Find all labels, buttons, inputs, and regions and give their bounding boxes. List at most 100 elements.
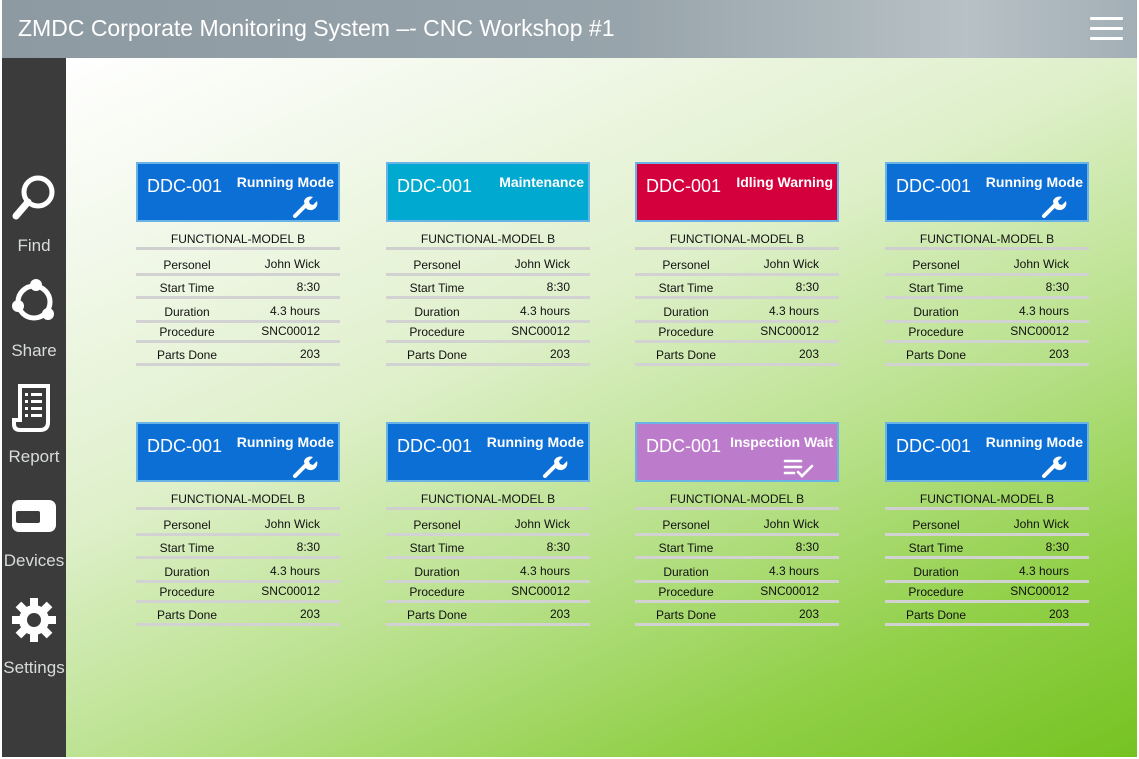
machine-status-header[interactable]: DDC-001 Running Mode — [885, 162, 1089, 222]
info-label: Personel — [163, 518, 211, 532]
machine-status-header[interactable]: DDC-001 Running Mode — [136, 422, 340, 482]
info-label: Parts Done — [905, 608, 967, 622]
machine-card: DDC-001 Idling Warning FUNCTIONAL-MODEL B P… — [635, 162, 839, 374]
info-row-procedure: Procedure SNC00012 — [136, 323, 340, 343]
info-value: 203 — [1048, 607, 1069, 621]
info-value: John Wick — [763, 257, 819, 271]
info-value: 8:30 — [1045, 540, 1069, 554]
info-row-parts-done: Parts Done 203 — [136, 606, 340, 626]
info-value: 8:30 — [296, 540, 320, 554]
machine-id: DDC-001 — [397, 436, 473, 456]
wrench-icon — [1041, 195, 1067, 219]
status-badge: Running Mode — [985, 434, 1083, 450]
sidebar-item-devices[interactable]: Devices — [2, 486, 66, 582]
info-value: 4.3 hours — [269, 564, 320, 578]
info-value: SNC00012 — [1010, 324, 1069, 338]
info-value: 4.3 hours — [519, 564, 570, 578]
info-row-duration: Duration 4.3 hours — [635, 303, 839, 323]
machine-model: FUNCTIONAL-MODEL B — [136, 492, 340, 510]
info-row-parts-done: Parts Done 203 — [885, 346, 1089, 366]
info-value: 8:30 — [546, 540, 570, 554]
info-row-duration: Duration 4.3 hours — [885, 563, 1089, 583]
info-label: Duration — [164, 305, 210, 319]
info-value: 203 — [798, 607, 819, 621]
info-row-procedure: Procedure SNC00012 — [635, 323, 839, 343]
info-value: SNC00012 — [261, 584, 320, 598]
info-label: Parts Done — [406, 608, 468, 622]
info-label: Duration — [414, 305, 460, 319]
info-value: 4.3 hours — [269, 304, 320, 318]
info-label: Procedure — [908, 325, 964, 339]
machine-card: DDC-001 Running Mode FUNCTIONAL-MODEL B Per… — [885, 422, 1089, 634]
info-row-personnel: Personel John Wick — [635, 256, 839, 276]
machine-id: DDC-001 — [646, 436, 722, 456]
info-value: SNC00012 — [261, 324, 320, 338]
sidebar: Find Share Report Devices Settings — [2, 58, 66, 757]
machine-card: DDC-001 Running Mode FUNCTIONAL-MODEL B Per… — [136, 162, 340, 374]
info-value: 203 — [549, 607, 570, 621]
sidebar-item-label: Share — [11, 341, 57, 360]
info-value: John Wick — [1013, 517, 1069, 531]
info-label: Procedure — [159, 325, 215, 339]
info-label: Start Time — [908, 281, 964, 295]
machine-status-header[interactable]: DDC-001 Idling Warning — [635, 162, 839, 222]
sidebar-item-report[interactable]: Report — [2, 380, 66, 476]
info-label: Start Time — [658, 281, 714, 295]
machine-model: FUNCTIONAL-MODEL B — [386, 492, 590, 510]
hamburger-menu-icon[interactable] — [1090, 17, 1123, 41]
machine-model: FUNCTIONAL-MODEL B — [635, 232, 839, 250]
app-header: ZMDC Corporate Monitoring System –- CNC … — [2, 0, 1137, 58]
machine-card: DDC-001 Running Mode FUNCTIONAL-MODEL B Per… — [885, 162, 1089, 374]
info-row-parts-done: Parts Done 203 — [386, 346, 590, 366]
info-label: Start Time — [658, 541, 714, 555]
page-title: ZMDC Corporate Monitoring System –- CNC … — [18, 15, 615, 41]
info-label: Start Time — [159, 541, 215, 555]
info-label: Parts Done — [156, 608, 218, 622]
info-value: 8:30 — [546, 280, 570, 294]
machine-status-header[interactable]: DDC-001 Inspection Wait — [635, 422, 839, 482]
info-row-duration: Duration 4.3 hours — [136, 563, 340, 583]
app-window: ZMDC Corporate Monitoring System –- CNC … — [2, 0, 1137, 757]
info-value: 8:30 — [1045, 280, 1069, 294]
info-label: Start Time — [908, 541, 964, 555]
info-label: Personel — [912, 258, 960, 272]
info-label: Parts Done — [406, 348, 468, 362]
info-row-personnel: Personel John Wick — [136, 256, 340, 276]
info-value: SNC00012 — [511, 584, 570, 598]
info-label: Duration — [913, 305, 959, 319]
info-row-procedure: Procedure SNC00012 — [386, 583, 590, 603]
info-row-parts-done: Parts Done 203 — [386, 606, 590, 626]
info-value: SNC00012 — [511, 324, 570, 338]
sidebar-item-find[interactable]: Find — [2, 168, 66, 264]
machine-card: DDC-001 Running Mode FUNCTIONAL-MODEL B Per… — [136, 422, 340, 634]
machine-card: DDC-001 Inspection Wait FUNCTIONAL-MODEL B… — [635, 422, 839, 634]
info-value: 203 — [1048, 347, 1069, 361]
checklist-icon — [783, 455, 815, 479]
info-label: Duration — [164, 565, 210, 579]
info-label: Parts Done — [156, 348, 218, 362]
wrench-icon — [292, 195, 318, 219]
info-row-procedure: Procedure SNC00012 — [136, 583, 340, 603]
machine-id: DDC-001 — [896, 176, 972, 196]
info-row-start-time: Start Time 8:30 — [885, 539, 1089, 559]
info-value: 8:30 — [296, 280, 320, 294]
machine-card: DDC-001 Maintenance FUNCTIONAL-MODEL B Pers… — [386, 162, 590, 374]
machine-status-header[interactable]: DDC-001 Maintenance — [386, 162, 590, 222]
info-label: Procedure — [159, 585, 215, 599]
info-row-start-time: Start Time 8:30 — [885, 279, 1089, 299]
sidebar-item-settings[interactable]: Settings — [2, 592, 66, 688]
sidebar-item-share[interactable]: Share — [2, 274, 66, 370]
machine-status-header[interactable]: DDC-001 Running Mode — [136, 162, 340, 222]
info-row-parts-done: Parts Done 203 — [885, 606, 1089, 626]
info-row-parts-done: Parts Done 203 — [635, 606, 839, 626]
info-value: SNC00012 — [1010, 584, 1069, 598]
machine-status-header[interactable]: DDC-001 Running Mode — [386, 422, 590, 482]
info-label: Personel — [413, 258, 461, 272]
wrench-icon — [292, 455, 318, 479]
wrench-icon — [1041, 455, 1067, 479]
machine-model: FUNCTIONAL-MODEL B — [635, 492, 839, 510]
machine-status-header[interactable]: DDC-001 Running Mode — [885, 422, 1089, 482]
wrench-icon — [542, 455, 568, 479]
info-row-personnel: Personel John Wick — [386, 256, 590, 276]
info-label: Procedure — [658, 325, 714, 339]
